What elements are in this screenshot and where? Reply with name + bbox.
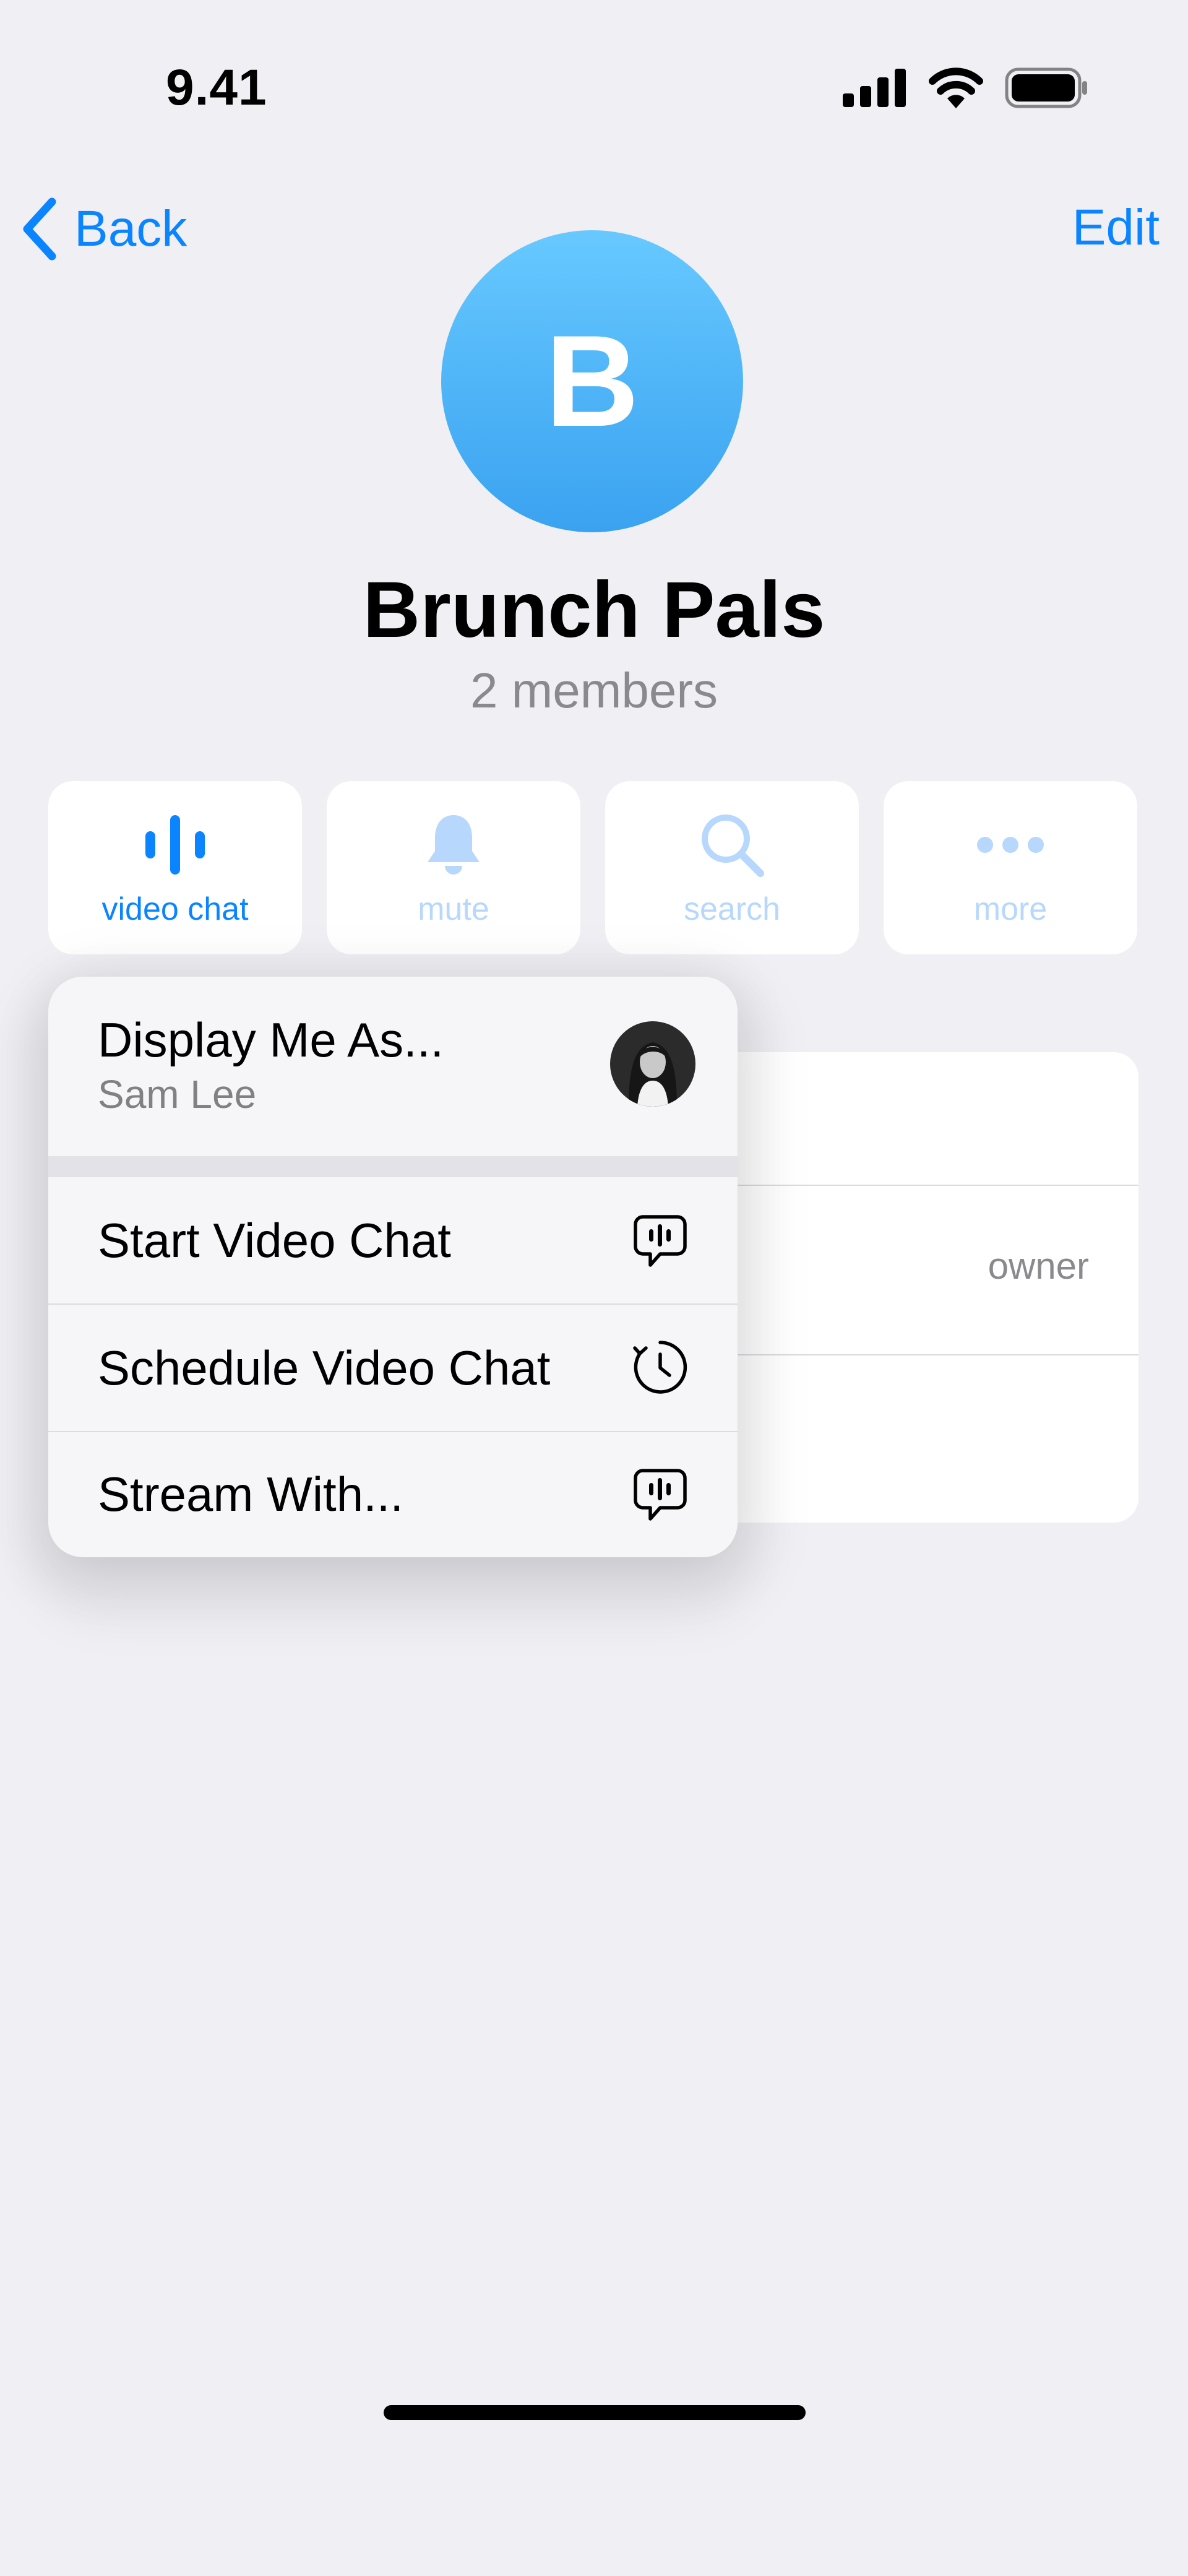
schedule-video-chat-label: Schedule Video Chat bbox=[98, 1341, 551, 1395]
wifi-icon bbox=[929, 67, 983, 108]
group-member-count: 2 members bbox=[470, 663, 718, 718]
group-avatar-letter: B bbox=[545, 308, 639, 454]
video-chat-bubble-icon bbox=[632, 1213, 688, 1269]
group-name: Brunch Pals bbox=[363, 566, 825, 654]
chevron-left-icon bbox=[23, 197, 56, 261]
more-dots-icon bbox=[884, 811, 1137, 879]
start-video-chat-item[interactable]: Start Video Chat bbox=[48, 1177, 738, 1305]
search-button[interactable]: search bbox=[605, 781, 859, 954]
schedule-video-chat-item[interactable]: Schedule Video Chat bbox=[48, 1305, 738, 1432]
video-chat-context-menu: Display Me As... Sam Lee Start Video Cha… bbox=[48, 977, 738, 1557]
stream-with-label: Stream With... bbox=[98, 1467, 404, 1521]
display-me-as-item[interactable]: Display Me As... Sam Lee bbox=[48, 977, 738, 1156]
display-me-as-subtitle: Sam Lee bbox=[98, 1072, 257, 1117]
menu-section-separator bbox=[48, 1156, 738, 1177]
home-indicator[interactable] bbox=[384, 2405, 806, 2420]
start-video-chat-label: Start Video Chat bbox=[98, 1213, 451, 1268]
back-label: Back bbox=[74, 201, 187, 257]
bell-icon bbox=[327, 811, 580, 879]
action-bar: video chat mute search more bbox=[48, 781, 1137, 954]
search-label: search bbox=[683, 891, 781, 927]
stream-bubble-icon bbox=[632, 1467, 688, 1523]
clock-schedule-icon bbox=[632, 1339, 688, 1395]
more-button[interactable]: more bbox=[884, 781, 1137, 954]
mute-label: mute bbox=[418, 891, 489, 927]
video-chat-label: video chat bbox=[101, 891, 249, 927]
battery-icon bbox=[1005, 67, 1087, 108]
video-chat-button[interactable]: video chat bbox=[48, 781, 302, 954]
more-label: more bbox=[973, 891, 1048, 927]
search-icon bbox=[605, 811, 859, 879]
status-icons bbox=[843, 66, 1089, 110]
status-time: 9.41 bbox=[166, 59, 267, 116]
signal-icon bbox=[843, 69, 906, 107]
member-role-badge: owner bbox=[988, 1245, 1089, 1287]
user-avatar bbox=[610, 1021, 695, 1107]
edit-button[interactable]: Edit bbox=[1072, 197, 1160, 259]
display-me-as-title: Display Me As... bbox=[98, 1013, 444, 1067]
back-button[interactable]: Back bbox=[21, 197, 187, 261]
group-avatar[interactable]: B bbox=[441, 230, 743, 532]
video-chat-waveform-icon bbox=[48, 811, 302, 879]
stream-with-item[interactable]: Stream With... bbox=[48, 1432, 738, 1557]
mute-button[interactable]: mute bbox=[327, 781, 580, 954]
